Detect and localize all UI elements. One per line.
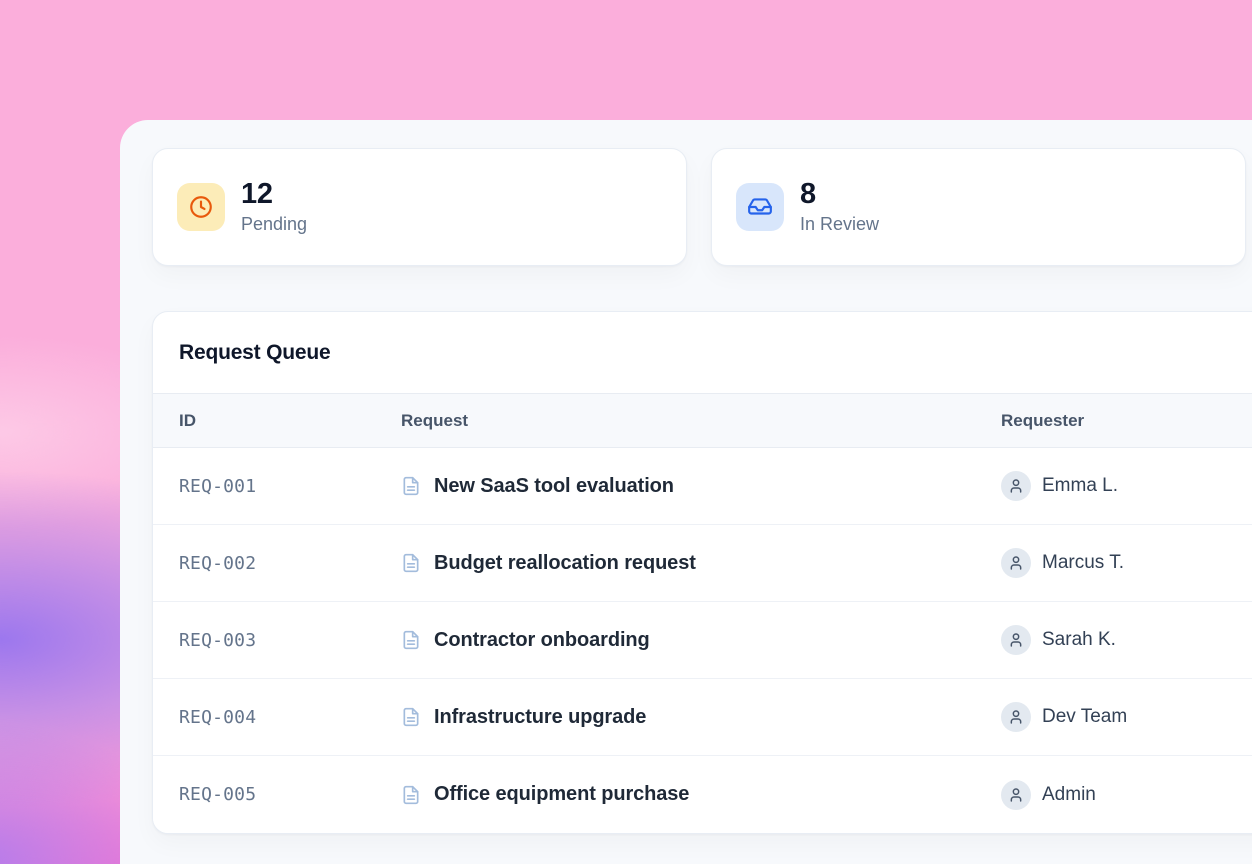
main-panel: 12 Pending 8 In Review Request Queue ID …: [120, 120, 1252, 864]
request-queue-card: Request Queue ID Request Requester REQ-0…: [152, 311, 1252, 834]
stat-value-pending: 12: [241, 178, 307, 211]
desktop-background: { "background": { "base_pink": "#fbaedb"…: [0, 0, 1252, 864]
table-row[interactable]: REQ-005 Office equipment purchase Admin: [153, 756, 1252, 833]
inbox-icon: [736, 183, 784, 231]
file-text-icon: [401, 476, 421, 496]
user-avatar-icon: [1001, 548, 1031, 578]
table-header-row: ID Request Requester: [153, 393, 1252, 448]
requester-cell: Dev Team: [1001, 702, 1252, 732]
table-title: Request Queue: [179, 341, 330, 365]
requester-cell: Sarah K.: [1001, 625, 1252, 655]
requester-name: Marcus T.: [1042, 552, 1124, 574]
requester-cell: Admin: [1001, 780, 1252, 810]
stat-card-pending: 12 Pending: [152, 148, 687, 266]
request-id: REQ-005: [179, 784, 401, 805]
request-title: Office equipment purchase: [434, 783, 689, 806]
request-title: Contractor onboarding: [434, 629, 650, 652]
stat-value-in-review: 8: [800, 178, 879, 211]
table-row[interactable]: REQ-003 Contractor onboarding Sarah K.: [153, 602, 1252, 679]
user-avatar-icon: [1001, 625, 1031, 655]
stat-text: 8 In Review: [800, 178, 879, 236]
table-row[interactable]: REQ-002 Budget reallocation request Marc…: [153, 525, 1252, 602]
requester-cell: Emma L.: [1001, 471, 1252, 501]
requester-cell: Marcus T.: [1001, 548, 1252, 578]
request-cell: Contractor onboarding: [401, 629, 1001, 652]
stat-label-in-review: In Review: [800, 212, 879, 236]
column-header-id: ID: [179, 411, 401, 431]
stats-row: 12 Pending 8 In Review: [152, 148, 1252, 266]
request-id: REQ-004: [179, 707, 401, 728]
file-text-icon: [401, 707, 421, 727]
table-title-row: Request Queue: [153, 312, 1252, 393]
column-header-request: Request: [401, 411, 1001, 431]
file-text-icon: [401, 630, 421, 650]
request-title: Budget reallocation request: [434, 552, 696, 575]
request-id: REQ-002: [179, 553, 401, 574]
stat-label-pending: Pending: [241, 212, 307, 236]
user-avatar-icon: [1001, 780, 1031, 810]
requester-name: Admin: [1042, 784, 1096, 806]
column-header-requester: Requester: [1001, 411, 1252, 431]
request-id: REQ-003: [179, 630, 401, 651]
table-row[interactable]: REQ-001 New SaaS tool evaluation Emma L.: [153, 448, 1252, 525]
request-id: REQ-001: [179, 476, 401, 497]
clock-icon: [177, 183, 225, 231]
requester-name: Sarah K.: [1042, 629, 1116, 651]
stat-card-in-review: 8 In Review: [711, 148, 1246, 266]
request-cell: New SaaS tool evaluation: [401, 475, 1001, 498]
stat-text: 12 Pending: [241, 178, 307, 236]
user-avatar-icon: [1001, 702, 1031, 732]
request-cell: Office equipment purchase: [401, 783, 1001, 806]
requester-name: Emma L.: [1042, 475, 1118, 497]
request-cell: Infrastructure upgrade: [401, 706, 1001, 729]
request-title: Infrastructure upgrade: [434, 706, 646, 729]
user-avatar-icon: [1001, 471, 1031, 501]
file-text-icon: [401, 785, 421, 805]
request-cell: Budget reallocation request: [401, 552, 1001, 575]
table-row[interactable]: REQ-004 Infrastructure upgrade Dev Team: [153, 679, 1252, 756]
request-title: New SaaS tool evaluation: [434, 475, 674, 498]
file-text-icon: [401, 553, 421, 573]
requester-name: Dev Team: [1042, 706, 1127, 728]
